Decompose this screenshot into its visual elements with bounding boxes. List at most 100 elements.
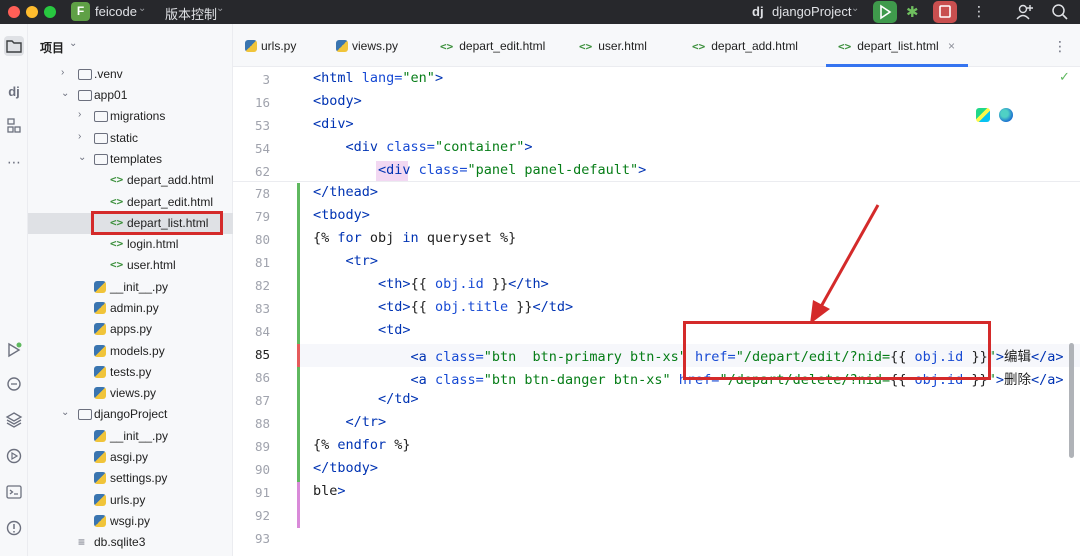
code-line[interactable]: {% endfor %} <box>313 437 411 453</box>
project-badge[interactable]: F <box>71 2 90 21</box>
line-number: 16 <box>254 95 270 110</box>
vcs-change-marker[interactable] <box>297 344 300 367</box>
tab-user-html[interactable]: <> user.html <box>579 39 647 53</box>
sticky-code-line[interactable]: <div class="panel panel-default"> <box>313 162 646 178</box>
search-icon[interactable] <box>1050 2 1070 25</box>
sticky-code-line[interactable]: <div> <box>313 116 354 132</box>
code-editor[interactable]: 3 <html lang="en"> 16 <body> 53 <div> 54 <div … <box>233 67 1080 556</box>
chevron-right-icon[interactable]: › <box>61 67 64 78</box>
stop-button[interactable] <box>933 1 957 23</box>
tree-item[interactable]: ⌄ djangoProject <box>28 404 233 425</box>
code-line[interactable]: ble> <box>313 483 346 499</box>
line-number: 84 <box>254 324 270 339</box>
chevron-right-icon[interactable]: › <box>78 131 81 142</box>
tab-urls-py[interactable]: urls.py <box>245 39 296 53</box>
django-structure-icon[interactable]: dj <box>4 82 24 102</box>
terminal-icon[interactable] <box>4 482 24 502</box>
python-file-icon <box>94 515 106 527</box>
run-config-selector[interactable]: djangoProject <box>772 4 852 19</box>
tab-views-py[interactable]: views.py <box>336 39 398 53</box>
tree-item[interactable]: views.py <box>28 383 233 404</box>
vcs-menu[interactable]: 版本控制 <box>165 4 217 23</box>
vertical-scrollbar[interactable] <box>1069 343 1074 458</box>
chevron-down-icon[interactable]: ⌄ <box>78 152 86 163</box>
code-line[interactable]: <td> <box>313 322 411 338</box>
tree-item[interactable]: <> login.html <box>28 234 233 255</box>
more-tools-icon[interactable]: ⋯ <box>4 152 24 172</box>
rerun-button[interactable] <box>873 1 897 23</box>
chevron-right-icon[interactable]: › <box>78 109 81 120</box>
minimize-window-button[interactable] <box>26 6 38 18</box>
tree-item[interactable]: settings.py <box>28 468 233 489</box>
sticky-code-line[interactable]: <body> <box>313 93 362 109</box>
code-line[interactable]: <tbody> <box>313 207 370 223</box>
tab-options-icon[interactable]: ⋮ <box>1053 38 1067 55</box>
tab-label: views.py <box>352 39 399 53</box>
code-line[interactable]: </thead> <box>313 184 378 200</box>
close-tab-icon[interactable]: × <box>945 39 955 53</box>
tree-item[interactable]: urls.py <box>28 490 233 511</box>
tab-depart_add-html[interactable]: <> depart_add.html <box>692 39 798 53</box>
tree-item[interactable]: › static <box>28 128 233 149</box>
chevron-down-icon[interactable]: ⌄ <box>69 38 77 49</box>
tree-item[interactable]: models.py <box>28 341 233 362</box>
code-line[interactable]: <tr> <box>313 253 379 269</box>
sticky-code-line[interactable]: <div class="container"> <box>313 139 533 155</box>
line-number: 62 <box>254 164 270 179</box>
project-panel-title[interactable]: 项目 <box>40 39 64 56</box>
tab-depart_edit-html[interactable]: <> depart_edit.html <box>440 39 545 53</box>
tool-window-strip: dj ⋯ <box>0 24 28 556</box>
folder-icon <box>94 111 108 122</box>
run-tool-icon[interactable] <box>4 340 24 360</box>
tree-item[interactable]: ≡ db.sqlite3 <box>28 532 233 553</box>
tree-item-label: admin.py <box>110 301 159 315</box>
sticky-code-line[interactable]: <html lang="en"> <box>313 70 443 86</box>
chevron-down-icon[interactable]: ⌄ <box>61 407 69 418</box>
tree-item[interactable]: __init__.py <box>28 426 233 447</box>
project-tool-icon[interactable] <box>4 36 24 56</box>
python-console-icon[interactable] <box>4 374 24 394</box>
edge-browser-icon[interactable] <box>999 108 1013 122</box>
code-line[interactable]: </td> <box>313 391 419 407</box>
tree-item[interactable]: <> depart_edit.html <box>28 192 233 213</box>
add-user-icon[interactable] <box>1014 2 1034 25</box>
tree-item[interactable]: <> user.html <box>28 255 233 276</box>
zoom-window-button[interactable] <box>44 6 56 18</box>
code-line[interactable]: <th>{{ obj.id }}</th> <box>313 276 549 292</box>
layers-icon[interactable] <box>4 410 24 430</box>
project-name[interactable]: feicode <box>95 4 137 19</box>
tree-item[interactable]: tests.py <box>28 362 233 383</box>
editor-tabs: urls.py views.py <> depart_edit.html <> user.… <box>233 24 1080 67</box>
vcs-change-marker[interactable] <box>297 482 300 528</box>
tree-item[interactable]: admin.py <box>28 298 233 319</box>
close-window-button[interactable] <box>8 6 20 18</box>
code-line[interactable]: </tbody> <box>313 460 378 476</box>
tree-item[interactable]: wsgi.py <box>28 511 233 532</box>
line-number: 83 <box>254 301 270 316</box>
chevron-down-icon[interactable]: ⌄ <box>61 88 69 99</box>
code-line[interactable]: <td>{{ obj.title }}</td> <box>313 299 573 315</box>
code-line[interactable]: {% for obj in queryset %} <box>313 230 516 246</box>
tree-item[interactable]: asgi.py <box>28 447 233 468</box>
tree-item[interactable]: ⌄ templates <box>28 149 233 170</box>
folder-icon <box>94 154 108 165</box>
no-problems-check-icon: ✓ <box>1059 69 1070 84</box>
vcs-change-marker[interactable] <box>297 183 300 482</box>
tab-depart_list-html[interactable]: <> depart_list.html × <box>838 39 955 53</box>
tree-item[interactable]: __init__.py <box>28 277 233 298</box>
tree-item[interactable]: <> depart_add.html <box>28 170 233 191</box>
line-number: 78 <box>254 186 270 201</box>
tree-item[interactable]: ⌄ app01 <box>28 85 233 106</box>
services-icon[interactable] <box>4 446 24 466</box>
structure-icon[interactable] <box>4 116 24 136</box>
tree-item[interactable]: › .venv <box>28 64 233 85</box>
debug-icon[interactable]: ✱ <box>906 3 919 21</box>
title-bar: F feicode ⌄ 版本控制 ⌄ dj djangoProject ⌄ ✱ … <box>0 0 1080 24</box>
problems-icon[interactable] <box>4 518 24 538</box>
tree-item[interactable]: apps.py <box>28 319 233 340</box>
project-panel: 项目 ⌄ › .venv ⌄ app01 › migrations › static ⌄ temp… <box>28 24 233 556</box>
code-line[interactable]: </tr> <box>313 414 387 430</box>
tree-item[interactable]: › migrations <box>28 106 233 127</box>
more-options-icon[interactable]: ⋮ <box>972 3 986 20</box>
pycharm-preview-icon[interactable] <box>976 108 990 122</box>
